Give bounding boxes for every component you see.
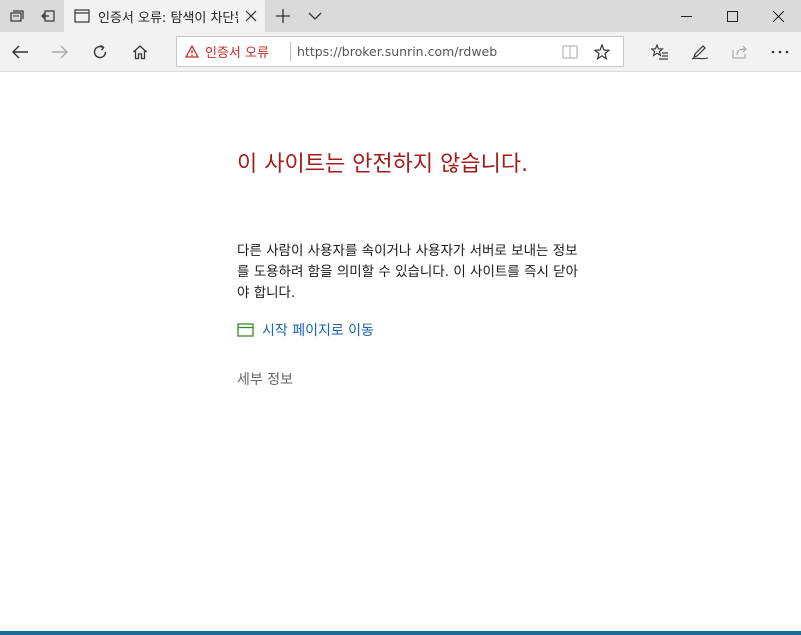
favorite-button[interactable] xyxy=(587,37,617,66)
page-content: 이 사이트는 안전하지 않습니다. 다른 사람이 사용자를 속이거나 사용자가 … xyxy=(0,73,801,631)
restore-tabs-button[interactable] xyxy=(32,0,64,32)
forward-button[interactable] xyxy=(40,32,80,72)
reading-view-button[interactable] xyxy=(555,37,585,66)
home-icon xyxy=(133,45,147,60)
pen-icon xyxy=(691,45,709,60)
certificate-warning-label: 인증서 오류 xyxy=(205,46,269,61)
refresh-button[interactable] xyxy=(80,32,120,72)
certificate-warning[interactable]: 인증서 오류 xyxy=(177,37,269,66)
refresh-icon xyxy=(93,44,107,59)
warning-triangle-icon xyxy=(185,45,199,58)
share-icon xyxy=(732,45,747,59)
window-bottom-border xyxy=(0,631,801,635)
minimize-icon xyxy=(680,15,692,17)
more-dots-icon xyxy=(771,50,789,54)
navigation-toolbar: 인증서 오류 https://broker.sunrin.com/rdweb xyxy=(0,32,801,72)
active-tab[interactable]: 인증서 오류: 탐색이 차단됨 xyxy=(64,0,265,32)
plus-icon xyxy=(276,9,290,23)
tab-close-button[interactable] xyxy=(243,8,259,24)
reading-view-icon xyxy=(562,44,578,59)
window-close-button[interactable] xyxy=(755,0,801,32)
start-page-link-label: 시작 페이지로 이동 xyxy=(262,323,374,339)
web-note-button[interactable] xyxy=(680,32,720,72)
close-icon xyxy=(772,10,784,22)
tab-title: 인증서 오류: 탐색이 차단됨 xyxy=(98,10,238,26)
url-text[interactable]: https://broker.sunrin.com/rdweb xyxy=(297,37,497,66)
go-to-start-page-link[interactable]: 시작 페이지로 이동 xyxy=(237,320,374,340)
star-icon xyxy=(594,43,610,60)
address-bar[interactable]: 인증서 오류 https://broker.sunrin.com/rdweb xyxy=(176,36,624,67)
share-button[interactable] xyxy=(720,32,760,72)
title-bar: 인증서 오류: 탐색이 차단됨 xyxy=(0,0,801,32)
chevron-down-icon xyxy=(308,12,322,20)
back-arrow-icon xyxy=(12,45,28,59)
back-button[interactable] xyxy=(0,32,40,72)
start-page-icon xyxy=(237,323,254,337)
home-button[interactable] xyxy=(120,32,160,72)
favorites-hub-button[interactable] xyxy=(640,32,680,72)
maximize-icon xyxy=(726,10,738,22)
tabs-aside-icon xyxy=(10,10,24,22)
details-link[interactable]: 세부 정보 xyxy=(237,369,293,389)
page-icon xyxy=(74,9,90,23)
address-divider xyxy=(290,42,291,61)
minimize-button[interactable] xyxy=(663,0,709,32)
restore-tabs-icon xyxy=(41,10,55,22)
maximize-button[interactable] xyxy=(709,0,755,32)
warning-message: 다른 사람이 사용자를 속이거나 사용자가 서버로 보내는 정보를 도용하려 함… xyxy=(237,243,578,301)
new-tab-button[interactable] xyxy=(267,0,299,32)
tab-list-button[interactable] xyxy=(299,0,331,32)
tabs-aside-button[interactable] xyxy=(0,0,32,32)
page-heading: 이 사이트는 안전하지 않습니다. xyxy=(237,152,529,177)
forward-arrow-icon xyxy=(52,45,68,59)
more-button[interactable] xyxy=(760,32,800,72)
favorites-list-icon xyxy=(651,44,668,60)
close-icon xyxy=(245,10,257,22)
